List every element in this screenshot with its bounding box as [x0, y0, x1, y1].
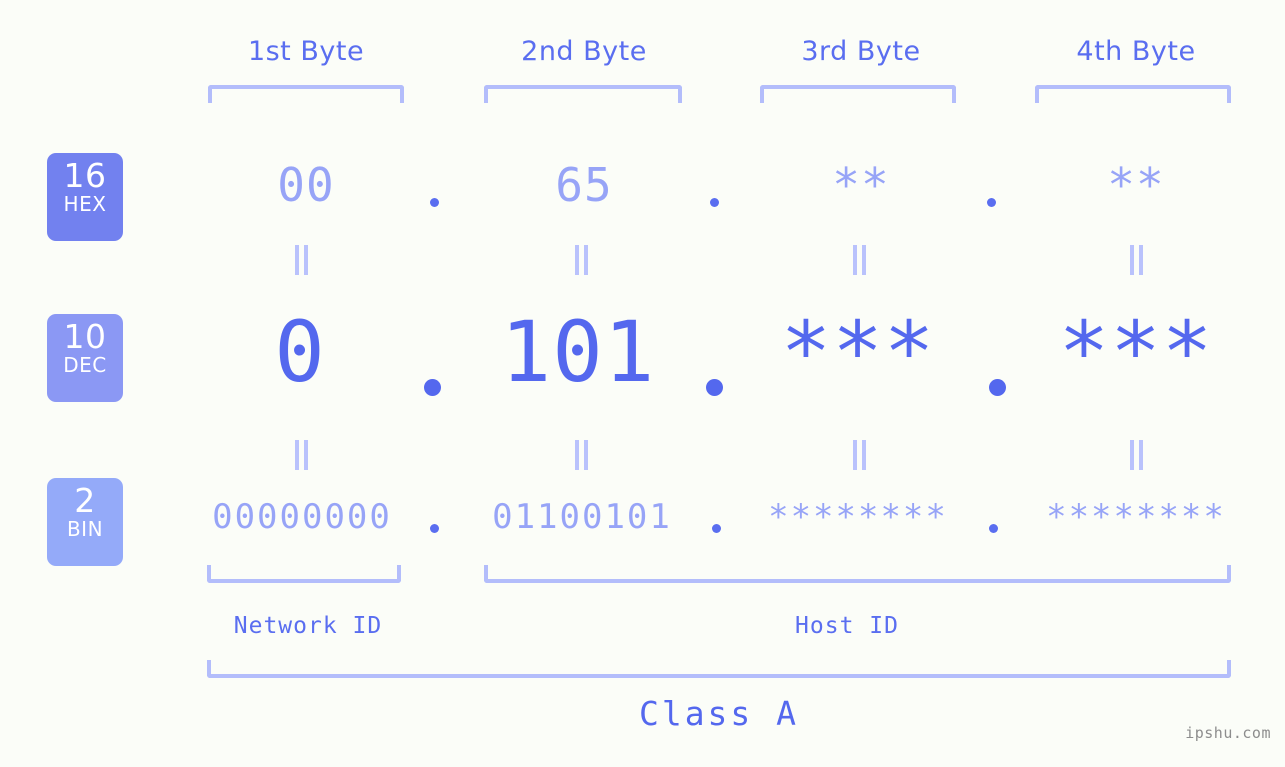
equals-mark-icon-r1-b1	[292, 245, 310, 275]
hex-byte-4: **	[1107, 158, 1165, 212]
byte-bracket-top-2	[484, 85, 682, 103]
base-badge-hex[interactable]: 16 HEX	[47, 153, 123, 241]
ip-address-breakdown-diagram: 1st Byte 2nd Byte 3rd Byte 4th Byte 16 H…	[0, 0, 1285, 767]
watermark: ipshu.com	[1185, 724, 1271, 742]
base-badge-hex-name: HEX	[63, 192, 107, 216]
bin-separator-dot-1	[430, 524, 439, 533]
class-label: Class A	[638, 694, 800, 733]
byte-bracket-top-3	[760, 85, 956, 103]
byte-header-label-4: 4th Byte	[1076, 36, 1196, 67]
host-id-bracket	[484, 565, 1231, 583]
equals-mark-icon-r2-b3	[850, 440, 868, 470]
equals-mark-icon-r2-b1	[292, 440, 310, 470]
equals-mark-icon-r1-b3	[850, 245, 868, 275]
base-badge-hex-number: 16	[63, 156, 107, 195]
host-id-label: Host ID	[795, 613, 899, 639]
dec-byte-4: ***	[1058, 303, 1214, 401]
class-bracket	[207, 660, 1231, 678]
dec-separator-dot-2	[706, 379, 723, 396]
dec-byte-3: ***	[780, 303, 936, 401]
base-badge-dec[interactable]: 10 DEC	[47, 314, 123, 402]
hex-byte-2: 65	[555, 158, 613, 212]
byte-header-label-1: 1st Byte	[247, 36, 365, 67]
bin-byte-2: 01100101	[492, 497, 672, 537]
bin-separator-dot-3	[989, 524, 998, 533]
bin-byte-1: 00000000	[212, 497, 392, 537]
hex-separator-dot-3	[987, 198, 996, 207]
base-badge-bin-name: BIN	[66, 517, 104, 541]
network-id-bracket	[207, 565, 401, 583]
equals-mark-icon-r2-b4	[1127, 440, 1145, 470]
dec-separator-dot-1	[424, 379, 441, 396]
base-badge-dec-name: DEC	[63, 353, 107, 377]
base-badge-dec-number: 10	[63, 317, 107, 356]
network-id-label: Network ID	[233, 613, 383, 639]
dec-byte-1: 0	[274, 303, 326, 401]
base-badge-bin[interactable]: 2 BIN	[47, 478, 123, 566]
byte-bracket-top-1	[208, 85, 404, 103]
hex-byte-3: **	[832, 158, 890, 212]
byte-header-label-2: 2nd Byte	[521, 36, 647, 67]
hex-byte-1: 00	[277, 158, 335, 212]
bin-byte-3: ********	[768, 497, 948, 537]
bin-separator-dot-2	[712, 524, 721, 533]
base-badge-bin-number: 2	[74, 481, 96, 520]
byte-header-label-3: 3rd Byte	[801, 36, 921, 67]
equals-mark-icon-r1-b4	[1127, 245, 1145, 275]
dec-separator-dot-3	[989, 379, 1006, 396]
byte-bracket-top-4	[1035, 85, 1231, 103]
equals-mark-icon-r1-b2	[572, 245, 590, 275]
hex-separator-dot-1	[430, 198, 439, 207]
hex-separator-dot-2	[710, 198, 719, 207]
bin-byte-4: ********	[1046, 497, 1226, 537]
equals-mark-icon-r2-b2	[572, 440, 590, 470]
dec-byte-2: 101	[500, 303, 656, 401]
